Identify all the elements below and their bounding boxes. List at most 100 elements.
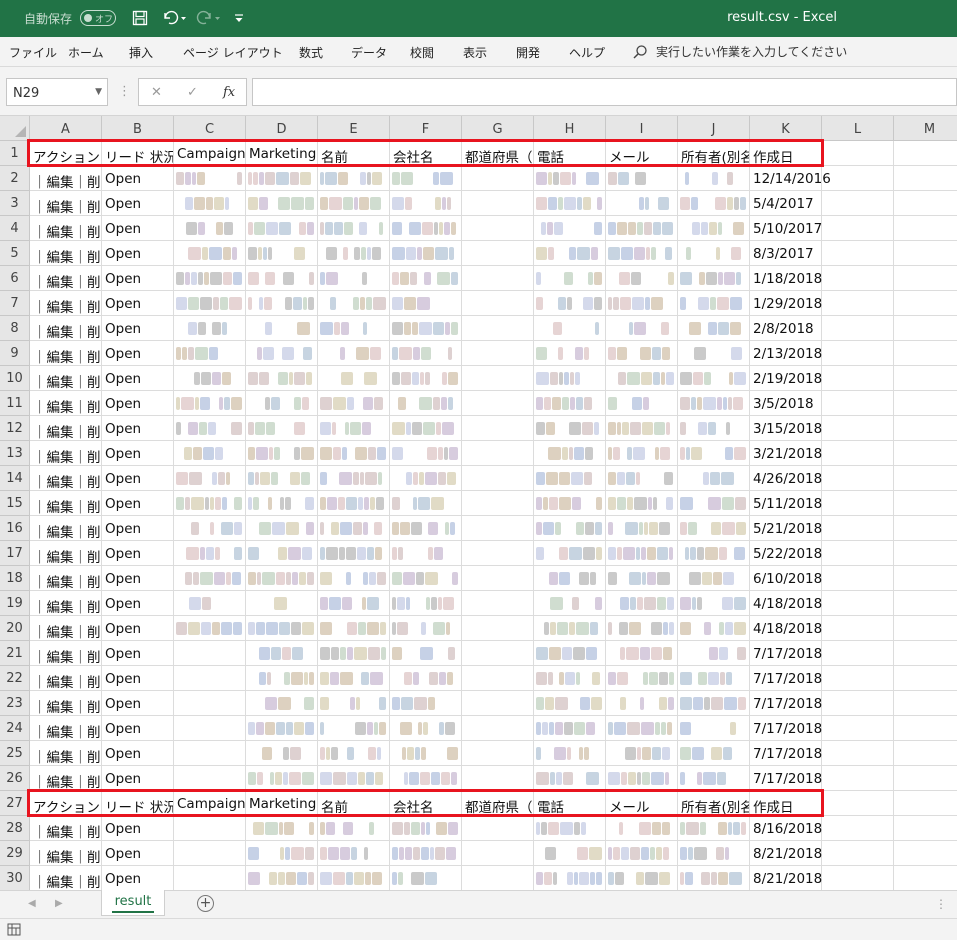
cell-m[interactable]: [894, 841, 957, 866]
cell-a[interactable]: ｜編集｜削除: [30, 541, 102, 566]
cell-a[interactable]: アクション: [30, 791, 102, 816]
cell-l[interactable]: [822, 666, 894, 691]
cell-c[interactable]: [174, 566, 246, 591]
cell-g[interactable]: [462, 516, 534, 541]
cell-a[interactable]: ｜編集｜削除: [30, 666, 102, 691]
menu-page-layout[interactable]: ページ レイアウト: [183, 44, 283, 61]
cell-g[interactable]: [462, 541, 534, 566]
cell-d[interactable]: [246, 641, 318, 666]
cell-k[interactable]: 7/17/2018: [750, 741, 822, 766]
cell-h[interactable]: [534, 816, 606, 841]
cell-i[interactable]: [606, 591, 678, 616]
cell-h[interactable]: [534, 341, 606, 366]
insert-function-icon[interactable]: fx: [223, 85, 235, 100]
column-header-e[interactable]: E: [318, 116, 390, 141]
cell-e[interactable]: [318, 766, 390, 791]
cell-e[interactable]: [318, 316, 390, 341]
cell-e[interactable]: [318, 641, 390, 666]
cell-b[interactable]: Open: [102, 416, 174, 441]
cell-b[interactable]: Open: [102, 466, 174, 491]
cell-i[interactable]: [606, 266, 678, 291]
cell-e[interactable]: [318, 566, 390, 591]
cell-e[interactable]: [318, 191, 390, 216]
cell-c[interactable]: [174, 641, 246, 666]
cell-f[interactable]: [390, 866, 462, 890]
cell-j[interactable]: [678, 241, 750, 266]
cell-f[interactable]: [390, 416, 462, 441]
cell-g[interactable]: 都道府県（: [462, 791, 534, 816]
cell-g[interactable]: [462, 191, 534, 216]
cell-c[interactable]: [174, 416, 246, 441]
column-header-b[interactable]: B: [102, 116, 174, 141]
column-header-a[interactable]: A: [30, 116, 102, 141]
cell-k[interactable]: 5/22/2018: [750, 541, 822, 566]
cell-l[interactable]: [822, 216, 894, 241]
cell-i[interactable]: [606, 541, 678, 566]
cell-c[interactable]: [174, 866, 246, 890]
cell-f[interactable]: [390, 491, 462, 516]
cell-h[interactable]: 電話: [534, 791, 606, 816]
cell-a[interactable]: ｜編集｜削除: [30, 416, 102, 441]
cell-h[interactable]: [534, 366, 606, 391]
cell-g[interactable]: [462, 391, 534, 416]
cell-a[interactable]: ｜編集｜削除: [30, 466, 102, 491]
cell-l[interactable]: [822, 441, 894, 466]
cell-m[interactable]: [894, 541, 957, 566]
cell-b[interactable]: Open: [102, 566, 174, 591]
cell-a[interactable]: ｜編集｜削除: [30, 316, 102, 341]
menu-formulas[interactable]: 数式: [299, 44, 323, 61]
cell-k[interactable]: 2/13/2018: [750, 341, 822, 366]
cell-m[interactable]: [894, 766, 957, 791]
add-sheet-icon[interactable]: +: [197, 895, 214, 912]
menu-view[interactable]: 表示: [463, 44, 487, 61]
cell-c[interactable]: [174, 391, 246, 416]
cell-k[interactable]: 8/21/2018: [750, 841, 822, 866]
cell-m[interactable]: [894, 616, 957, 641]
cell-j[interactable]: [678, 691, 750, 716]
cell-c[interactable]: [174, 516, 246, 541]
cell-g[interactable]: [462, 416, 534, 441]
cell-j[interactable]: [678, 416, 750, 441]
cell-d[interactable]: [246, 816, 318, 841]
cell-h[interactable]: [534, 841, 606, 866]
cell-a[interactable]: ｜編集｜削除: [30, 441, 102, 466]
cell-m[interactable]: [894, 391, 957, 416]
cell-e[interactable]: 名前: [318, 141, 390, 166]
cell-k[interactable]: 1/29/2018: [750, 291, 822, 316]
cell-j[interactable]: [678, 366, 750, 391]
cell-h[interactable]: [534, 516, 606, 541]
row-header[interactable]: 7: [0, 291, 30, 316]
cell-a[interactable]: ｜編集｜削除: [30, 266, 102, 291]
cell-f[interactable]: [390, 166, 462, 191]
cell-e[interactable]: [318, 816, 390, 841]
row-header[interactable]: 11: [0, 391, 30, 416]
cell-a[interactable]: ｜編集｜削除: [30, 291, 102, 316]
cell-k[interactable]: 1/18/2018: [750, 266, 822, 291]
cell-d[interactable]: [246, 366, 318, 391]
cell-m[interactable]: [894, 866, 957, 890]
cell-e[interactable]: [318, 216, 390, 241]
row-header[interactable]: 5: [0, 241, 30, 266]
cell-j[interactable]: [678, 541, 750, 566]
cell-a[interactable]: ｜編集｜削除: [30, 341, 102, 366]
cell-g[interactable]: [462, 841, 534, 866]
cell-d[interactable]: [246, 166, 318, 191]
cell-b[interactable]: Open: [102, 691, 174, 716]
cell-e[interactable]: [318, 541, 390, 566]
cell-i[interactable]: [606, 391, 678, 416]
cell-k[interactable]: 8/16/2018: [750, 816, 822, 841]
cell-h[interactable]: [534, 241, 606, 266]
cell-f[interactable]: 会社名: [390, 141, 462, 166]
cell-e[interactable]: [318, 266, 390, 291]
cell-e[interactable]: [318, 716, 390, 741]
cell-k[interactable]: 2/19/2018: [750, 366, 822, 391]
row-header[interactable]: 8: [0, 316, 30, 341]
row-header[interactable]: 2: [0, 166, 30, 191]
cell-c[interactable]: [174, 691, 246, 716]
cell-i[interactable]: [606, 416, 678, 441]
column-header-i[interactable]: I: [606, 116, 678, 141]
cell-j[interactable]: [678, 716, 750, 741]
cell-j[interactable]: [678, 291, 750, 316]
cell-e[interactable]: [318, 241, 390, 266]
row-header[interactable]: 1: [0, 141, 30, 166]
